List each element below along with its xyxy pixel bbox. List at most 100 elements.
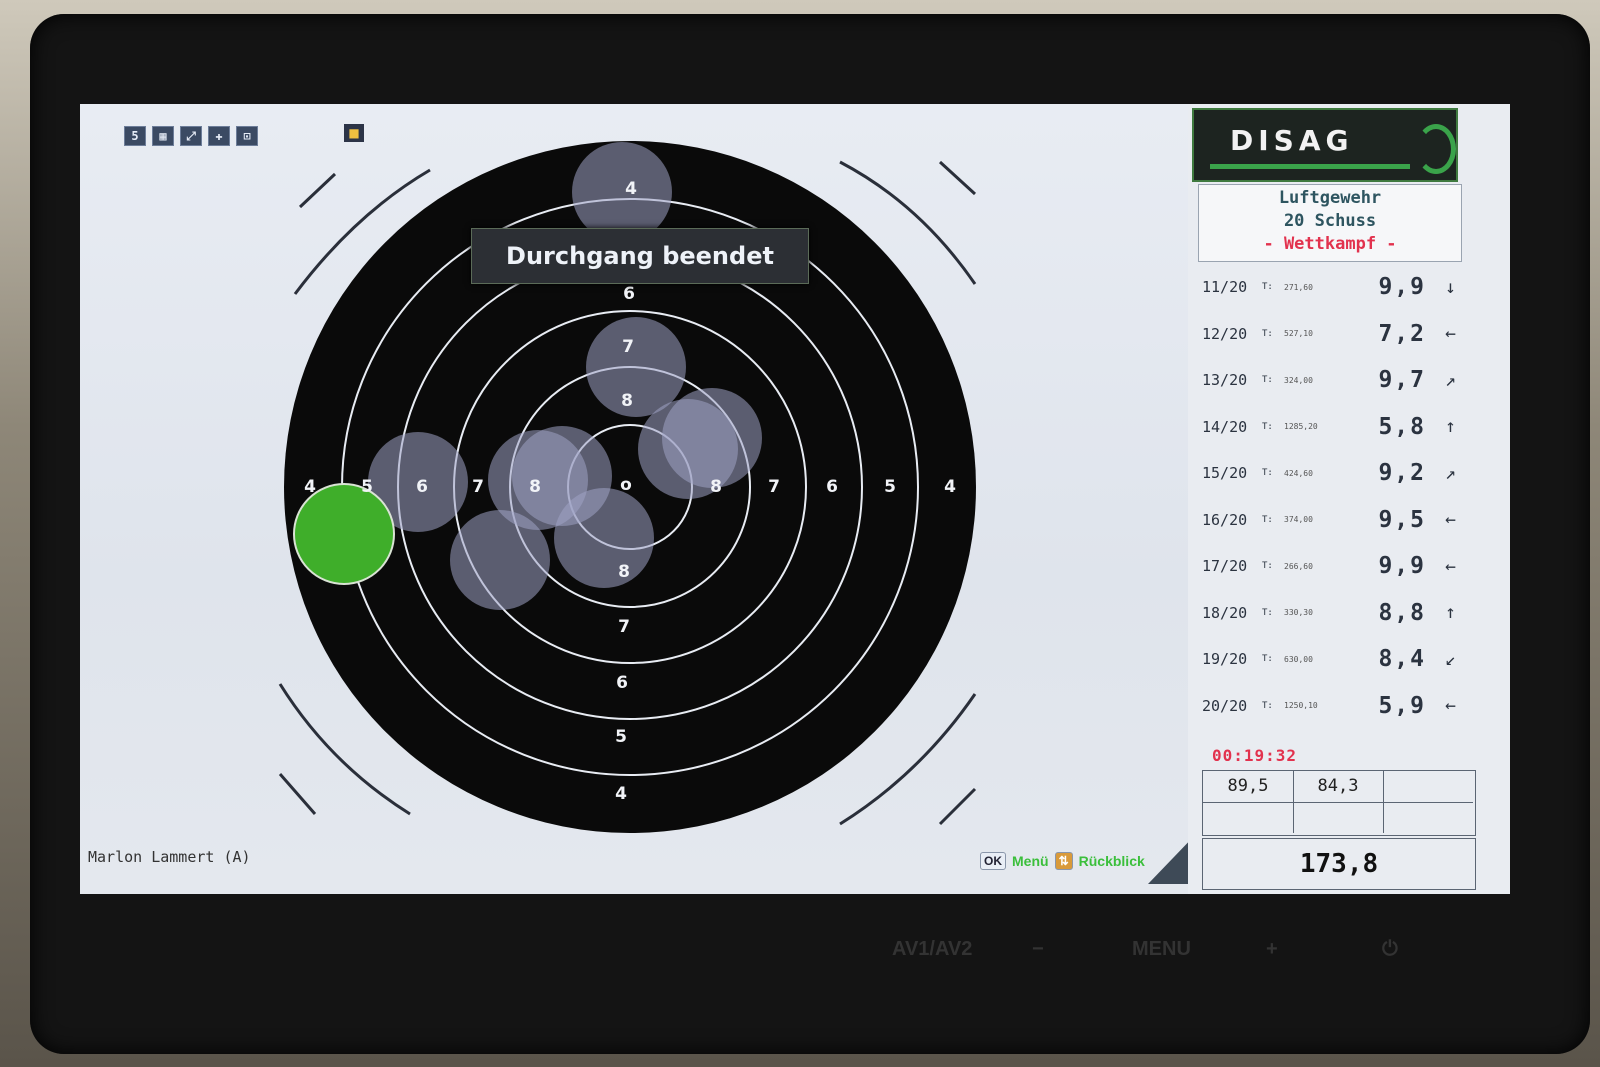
shot-mark (554, 488, 654, 588)
shot-number: 17/20 (1202, 557, 1248, 576)
shot-score: 9,7 (1378, 367, 1426, 394)
shot-score: 7,2 (1378, 320, 1426, 347)
time-prefix: T: (1262, 282, 1273, 293)
direction-arrow-icon: ↙ (1445, 648, 1456, 670)
series-cell: 89,5 (1203, 771, 1294, 803)
series-cell (1203, 802, 1294, 833)
shot-number: 20/20 (1202, 696, 1248, 715)
shot-number: 12/20 (1202, 324, 1248, 343)
shot-number: 11/20 (1202, 278, 1248, 297)
shot-time: 527,10 (1284, 329, 1313, 339)
disag-logo: DISAG (1192, 108, 1458, 182)
ring-label: 6 (826, 477, 838, 497)
ring-label: 6 (623, 284, 635, 304)
discipline-info: Luftgewehr 20 Schuss - Wettkampf - (1198, 184, 1462, 262)
shot-row: 19/20 T: 630,00 8,4 ↙ (1202, 636, 1472, 683)
shot-number: 13/20 (1202, 371, 1248, 390)
shot-time: 424,60 (1284, 468, 1313, 478)
ring-label: 4 (625, 179, 637, 199)
shot-time: 1285,20 (1284, 422, 1318, 432)
minus-button-label[interactable]: − (1032, 938, 1044, 961)
shot-row: 13/20 T: 324,00 9,7 ↗ (1202, 357, 1472, 404)
ring-label: 4 (944, 477, 956, 497)
ring-label: 5 (615, 727, 627, 747)
shot-row: 12/20 T: 527,10 7,2 ← (1202, 311, 1472, 358)
ring-label: o (620, 475, 632, 495)
shot-list: 11/20 T: 271,60 9,9 ↓ 12/20 T: 527,10 7,2 ← 13/20 T… (1202, 264, 1472, 729)
shooter-name: Marlon Lammert (A) (88, 848, 251, 866)
shot-number: 15/20 (1202, 464, 1248, 483)
direction-arrow-icon: ← (1445, 695, 1456, 717)
target-view: 5 ▦ ⤢ ✚ ⊡ ■ 4 5 6 7 8 o 8 7 6 5 4 4 6 7 … (80, 104, 1210, 894)
direction-arrow-icon: ↗ (1445, 462, 1456, 484)
series-cell (1293, 802, 1384, 833)
shot-row: 20/20 T: 1250,10 5,9 ← (1202, 683, 1472, 730)
last-shot-mark (293, 483, 395, 585)
shot-score: 5,9 (1378, 692, 1426, 719)
ring-label: 7 (472, 477, 484, 497)
time-prefix: T: (1262, 421, 1273, 432)
corner-arc-br2 (938, 787, 977, 826)
corner-arc-tr1 (938, 160, 977, 196)
av-button-label[interactable]: AV1/AV2 (892, 938, 972, 961)
ring-label: 8 (529, 477, 541, 497)
menu-button-label[interactable]: MENU (1132, 938, 1191, 961)
shot-number: 14/20 (1202, 417, 1248, 436)
plus-button-label[interactable]: + (1266, 938, 1278, 961)
menu-softkey-label[interactable]: Menü (1012, 853, 1049, 869)
series-cell (1383, 771, 1473, 803)
discipline-label: Luftgewehr (1278, 188, 1382, 208)
direction-arrow-icon: ↑ (1445, 416, 1456, 438)
total-score: 173,8 (1202, 838, 1476, 890)
direction-arrow-icon: ← (1445, 323, 1456, 345)
time-prefix: T: (1262, 375, 1273, 386)
time-prefix: T: (1262, 468, 1273, 479)
series-table: 89,5 84,3 (1202, 770, 1476, 836)
shot-score: 8,4 (1378, 646, 1426, 673)
time-prefix: T: (1262, 654, 1273, 665)
review-arrows-icon[interactable]: ⇅ (1054, 852, 1073, 870)
target-svg: 4 5 6 7 8 o 8 7 6 5 4 4 6 7 8 8 7 6 5 4 (278, 141, 977, 833)
ring-label: 6 (416, 477, 428, 497)
time-prefix: T: (1262, 700, 1273, 711)
review-softkey-label[interactable]: Rückblick (1079, 853, 1145, 869)
shot-time: 266,60 (1284, 561, 1313, 571)
shot-time: 1250,10 (1284, 701, 1318, 711)
ring-label: 4 (304, 477, 316, 497)
shot-time: 330,30 (1284, 608, 1313, 618)
direction-arrow-icon: ↗ (1445, 369, 1456, 391)
series-cell: 84,3 (1293, 771, 1384, 803)
shot-score: 9,2 (1378, 460, 1426, 487)
shot-row: 17/20 T: 266,60 9,9 ← (1202, 543, 1472, 590)
direction-arrow-icon: ↓ (1445, 276, 1456, 298)
shot-number: 16/20 (1202, 510, 1248, 529)
shot-time: 374,00 (1284, 515, 1313, 525)
corner-arc-bl2 (278, 773, 317, 815)
shot-number: 19/20 (1202, 650, 1248, 669)
status-banner: Durchgang beendet (471, 228, 809, 284)
ring-label: 4 (615, 784, 627, 804)
shot-score: 9,5 (1378, 506, 1426, 533)
shot-row: 14/20 T: 1285,20 5,8 ↑ (1202, 404, 1472, 451)
direction-arrow-icon: ← (1445, 555, 1456, 577)
power-icon[interactable]: ⏻ (1382, 938, 1398, 961)
ring-label: 8 (618, 562, 630, 582)
corner-arc-tl1 (298, 172, 337, 209)
time-prefix: T: (1262, 607, 1273, 618)
score-panel: DISAG Luftgewehr 20 Schuss - Wettkampf -… (1188, 104, 1510, 894)
ring-label: 7 (768, 477, 780, 497)
shot-mark (572, 142, 672, 242)
ring-label: 8 (621, 391, 633, 411)
time-prefix: T: (1262, 514, 1273, 525)
shot-count-label: 20 Schuss (1283, 211, 1377, 231)
logo-bar (1210, 164, 1410, 169)
logo-arc-icon (1416, 124, 1456, 174)
ok-key[interactable]: OK (980, 852, 1006, 870)
time-prefix: T: (1262, 328, 1273, 339)
shot-time: 630,00 (1284, 654, 1313, 664)
shot-number: 18/20 (1202, 603, 1248, 622)
ring-label: 5 (884, 477, 896, 497)
mode-label: - Wettkampf - (1263, 234, 1397, 254)
elapsed-timer: 00:19:32 (1212, 746, 1298, 765)
softkey-bar: OK Menü ⇅ Rückblick (980, 852, 1145, 870)
